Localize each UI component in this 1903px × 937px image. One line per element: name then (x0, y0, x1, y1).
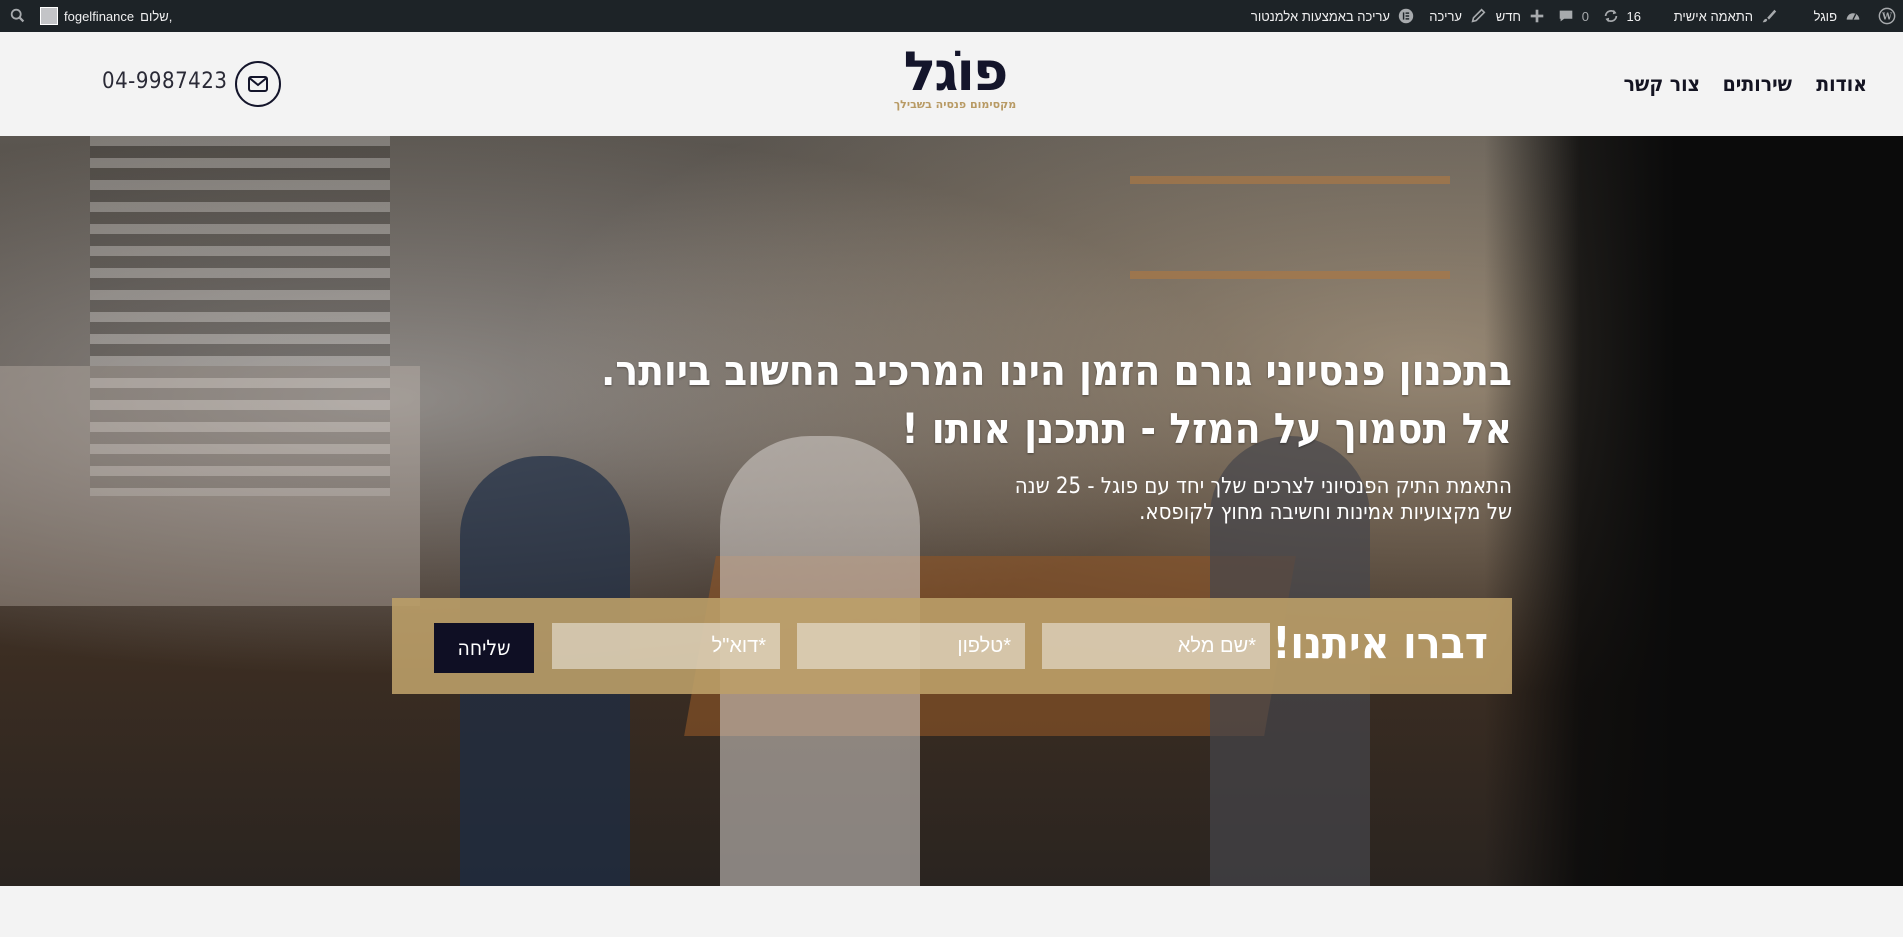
updates-icon (1601, 6, 1621, 26)
edit-label: עריכה (1429, 8, 1462, 24)
updates-count: 16 (1626, 8, 1641, 24)
pencil-icon (1468, 6, 1488, 26)
site-header: אודות שירותים צור קשר פוֹגל מקסימום פנסי… (0, 32, 1903, 136)
greeting-label: שלום, (140, 8, 173, 24)
hero-subheadline: התאמת התיק הפנסיוני לצרכים שלך יחד עם פו… (712, 474, 1512, 526)
site-name-menu[interactable]: פוגל (1814, 0, 1863, 32)
new-content-menu[interactable]: חדש (1496, 0, 1547, 32)
nav-item-services[interactable]: שירותים (1723, 72, 1792, 102)
admin-search[interactable] (8, 0, 28, 32)
form-title: דברו איתנו! (1272, 618, 1488, 669)
hero-subheadline-line-2: של מקצועיות אמינות וחשיבה מחוץ לקופסא. (1139, 500, 1512, 525)
phone-number[interactable]: 04-9987423 (102, 69, 227, 94)
plus-icon (1527, 6, 1547, 26)
avatar (40, 7, 58, 25)
updates-menu[interactable]: 16 (1601, 0, 1641, 32)
hero-headline-line-1: בתכנון פנסיוני גורם הזמן הינו המרכיב החש… (600, 346, 1512, 395)
hero-subheadline-line-1: התאמת התיק הפנסיוני לצרכים שלך יחד עם פו… (1014, 474, 1512, 499)
site-name-label: פוגל (1813, 8, 1837, 24)
hero-headline-line-2: אל תסמוך על המזל - תתכנן אותו ! (901, 404, 1512, 453)
customize-menu[interactable]: התאמה אישית (1674, 0, 1779, 32)
hero-headline: בתכנון פנסיוני גורם הזמן הינו המרכיב החש… (512, 342, 1512, 458)
nav-item-about[interactable]: אודות (1816, 72, 1867, 102)
hero-section: בתכנון פנסיוני גורם הזמן הינו המרכיב החש… (0, 136, 1903, 886)
svg-text:W: W (1881, 13, 1893, 23)
envelope-icon (248, 76, 268, 92)
hero-bg-shelf-2 (1130, 271, 1450, 279)
email-button[interactable] (235, 61, 281, 107)
submit-button[interactable]: שליחה (434, 623, 534, 673)
hero-bg-shelf (1130, 176, 1450, 184)
wp-logo-menu[interactable]: W (1877, 0, 1897, 32)
phone-field[interactable] (797, 623, 1025, 669)
wordpress-icon: W (1877, 6, 1897, 26)
email-field[interactable] (552, 623, 780, 669)
elementor-icon (1396, 6, 1416, 26)
hero-bg-bench (0, 366, 420, 606)
full-name-field[interactable] (1042, 623, 1270, 669)
nav-item-contact[interactable]: צור קשר (1624, 72, 1700, 102)
comment-icon (1556, 6, 1576, 26)
comments-menu[interactable]: 0 (1556, 0, 1589, 32)
edit-elementor-label: עריכה באמצעות אלמנטור (1250, 8, 1390, 24)
site-logo[interactable]: פוֹגל מקסימום פנסיה בשבילך (884, 42, 1026, 130)
brush-icon (1759, 6, 1779, 26)
edit-menu[interactable]: עריכה (1429, 0, 1488, 32)
username-label: fogelfinance (64, 8, 135, 24)
contact-form: דברו איתנו! שליחה (392, 598, 1512, 694)
edit-elementor-menu[interactable]: עריכה באמצעות אלמנטור (1251, 0, 1416, 32)
new-label: חדש (1495, 8, 1521, 24)
customize-label: התאמה אישית (1673, 8, 1753, 24)
page-bottom-strip (0, 886, 1903, 937)
logo-wordmark: פוֹגל (903, 40, 1009, 103)
my-account-menu[interactable]: fogelfinance שלום, (40, 0, 172, 32)
logo-tagline: מקסימום פנסיה בשבילך (893, 98, 1017, 111)
search-icon (8, 6, 28, 26)
admin-bar: W פוגל התאמה אישית 16 0 חדש עריכה עריכה … (0, 0, 1903, 32)
dashboard-icon (1843, 6, 1863, 26)
comments-count: 0 (1581, 8, 1589, 24)
